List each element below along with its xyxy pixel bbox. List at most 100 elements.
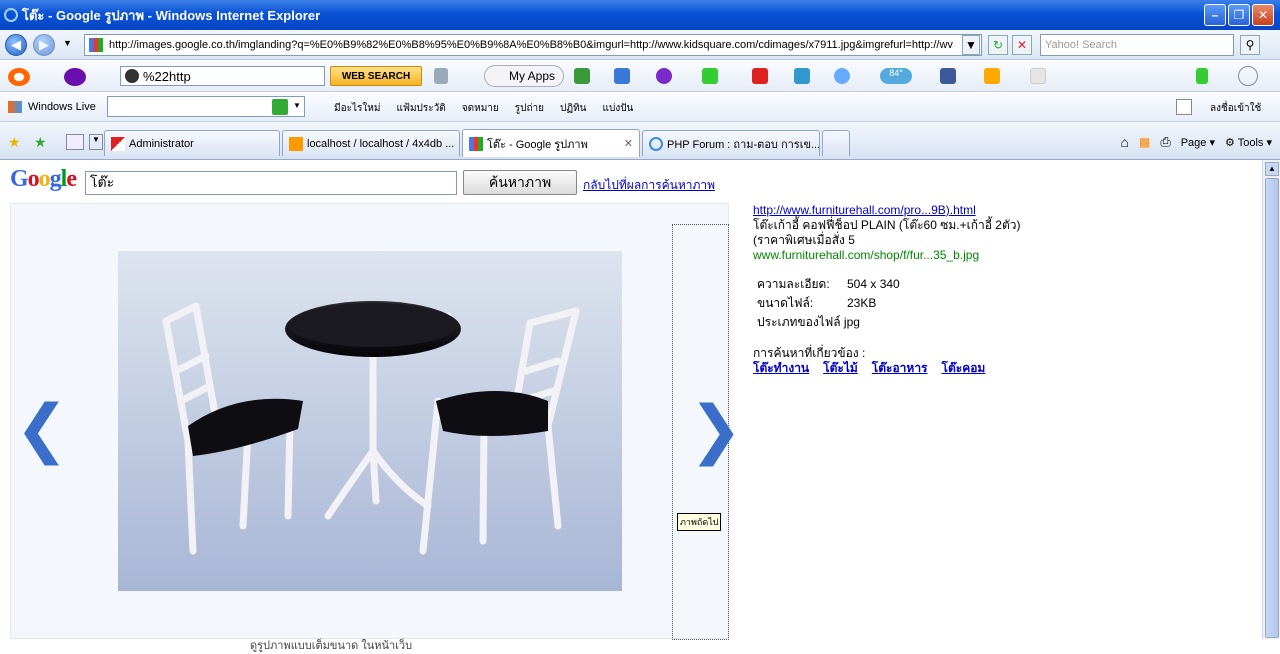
ebay-icon[interactable]	[1030, 68, 1046, 84]
size-value: 23KB	[847, 296, 877, 310]
tools-menu[interactable]: ⚙ Tools ▾	[1225, 136, 1272, 149]
weather-temp: 84°	[889, 68, 903, 78]
live-links: มีอะไรใหม่ แฟ้มประวัติ จดหมาย รูปถ่าย ปฏิทิน…	[334, 101, 633, 116]
weather-icon[interactable]: 84°	[880, 68, 912, 84]
yahoo-search-icon	[125, 69, 139, 83]
image-search-label: ค้นหาภาพ	[488, 173, 552, 190]
tab-label: Administrator	[129, 137, 194, 150]
forward-button[interactable]: ▶	[33, 34, 55, 56]
quick-tabs-icon[interactable]	[66, 134, 84, 150]
tab-localhost[interactable]: localhost / localhost / 4x4db ...	[282, 130, 460, 156]
tab-administrator[interactable]: Administrator	[104, 130, 280, 156]
search-icon[interactable]: ⚲	[1240, 35, 1260, 55]
related-search-link[interactable]: โต๊ะทำงาน	[753, 361, 809, 375]
live-link-1[interactable]: แฟ้มประวัติ	[396, 101, 445, 116]
print-icon[interactable]: ⎙	[1160, 134, 1170, 150]
pencil-icon[interactable]	[434, 68, 448, 84]
close-tab-icon[interactable]: ✕	[624, 137, 633, 150]
address-url: http://images.google.co.th/imglanding?q=…	[109, 39, 953, 51]
admin-tab-icon	[111, 136, 125, 151]
image-metadata: ความละเอียด: 504 x 340 ขนาดไฟล์: 23KB ปร…	[753, 277, 1253, 330]
games-icon[interactable]	[752, 68, 768, 84]
my-apps-button[interactable]: My Apps	[484, 65, 565, 87]
signin-link[interactable]: ลงชื่อเข้าใช้	[1210, 101, 1261, 116]
live-link-3[interactable]: รูปถ่าย	[515, 101, 544, 116]
checkbox-icon[interactable]	[1176, 99, 1192, 115]
news-icon[interactable]	[834, 68, 850, 84]
feeds-icon[interactable]: ▩	[1139, 135, 1150, 149]
back-button[interactable]: ◀	[5, 34, 27, 56]
web-search-button[interactable]: WEB SEARCH	[330, 66, 422, 86]
tab-list-dropdown-icon[interactable]: ▼	[89, 134, 103, 150]
back-to-results-link[interactable]: กลับไปที่ผลการค้นหาภาพ	[583, 176, 715, 195]
live-search-icon[interactable]	[272, 99, 288, 115]
live-link-2[interactable]: จดหมาย	[462, 101, 499, 116]
answers-icon[interactable]	[702, 68, 718, 84]
add-button-icon[interactable]	[1196, 68, 1208, 84]
size-label: ขนาดไฟล์:	[757, 296, 814, 310]
yahoo-search-input[interactable]: Yahoo! Search	[1040, 34, 1234, 56]
my-yahoo-icon[interactable]	[656, 68, 672, 84]
add-favorites-icon[interactable]: ★	[34, 134, 47, 151]
yahoo-logo-icon[interactable]	[64, 68, 86, 86]
page-content: Google โต๊ะ ค้นหาภาพ กลับไปที่ผลการค้นหา…	[0, 160, 1262, 652]
tab-php-forum[interactable]: PHP Forum : ถาม-ตอบ การเข...	[642, 130, 820, 156]
minimize-button[interactable]: –	[1204, 4, 1226, 26]
gear-icon[interactable]	[1238, 66, 1258, 86]
address-input[interactable]: http://images.google.co.th/imglanding?q=…	[84, 34, 982, 56]
window-title: โต๊ะ - Google รูปภาพ - Windows Internet …	[22, 7, 321, 23]
result-description: (ราคาพิเศษเมื่อสั่ง 5	[753, 233, 855, 247]
flickr-icon[interactable]	[984, 68, 1000, 84]
google-logo[interactable]: Google	[10, 166, 77, 193]
scroll-up-icon[interactable]: ▲	[1265, 162, 1279, 176]
command-bar: ⌂ ▩ ⎙ Page ▾ ⚙ Tools ▾	[1121, 134, 1273, 150]
stop-icon[interactable]: ✕	[1012, 35, 1032, 55]
mail-icon[interactable]	[614, 68, 630, 84]
windows-live-toolbar: Windows Live ▼ มีอะไรใหม่ แฟ้มประวัติ จดหม…	[0, 92, 1280, 122]
live-dropdown-icon[interactable]: ▼	[293, 101, 301, 110]
related-search-link[interactable]: โต๊ะคอม	[942, 361, 986, 375]
image-search-input[interactable]: โต๊ะ	[85, 171, 457, 195]
previous-image-arrow-icon[interactable]: ❮	[15, 392, 69, 466]
vertical-scrollbar[interactable]: ▲	[1262, 160, 1280, 639]
facebook-icon[interactable]	[940, 68, 956, 84]
refresh-icon[interactable]: ↻	[988, 35, 1008, 55]
close-button[interactable]: ✕	[1252, 4, 1274, 26]
related-searches: โต๊ะทำงาน โต๊ะไม้ โต๊ะอาหาร โต๊ะคอม	[753, 361, 1253, 376]
next-image-arrow-icon[interactable]: ❯	[689, 393, 743, 467]
live-link-0[interactable]: มีอะไรใหม่	[334, 101, 380, 116]
image-viewer: ❮ ❯ ภาพถัดไป	[10, 203, 743, 640]
preview-image[interactable]	[118, 251, 622, 591]
address-toolbar: ◀ ▶ ▼ http://images.google.co.th/imgland…	[0, 30, 1280, 60]
yahoo-toolbar-search[interactable]: %22http	[120, 66, 325, 86]
live-link-4[interactable]: ปฏิทิน	[560, 101, 587, 116]
favorites-star-icon[interactable]: ★	[8, 134, 21, 151]
related-search-link[interactable]: โต๊ะอาหาร	[872, 361, 928, 375]
table-chairs-image	[118, 251, 622, 591]
bookmark-icon[interactable]	[574, 68, 590, 84]
my-apps-label: My Apps	[509, 69, 556, 83]
image-search-button[interactable]: ค้นหาภาพ	[463, 170, 577, 195]
live-link-5[interactable]: แบ่งปัน	[603, 101, 634, 116]
phpmyadmin-icon	[289, 136, 303, 151]
address-dropdown-icon[interactable]: ▼	[962, 35, 980, 55]
source-page-link[interactable]: http://www.furniturehall.com/pro...9B).h…	[753, 203, 1253, 218]
restore-button[interactable]: ❐	[1228, 4, 1250, 26]
history-dropdown-icon[interactable]: ▼	[63, 38, 72, 48]
tab-google-images[interactable]: โต๊ะ - Google รูปภาพ ✕	[462, 129, 640, 157]
scroll-thumb[interactable]	[1265, 178, 1279, 638]
resolution-label: ความละเอียด:	[757, 277, 830, 291]
tab-label: localhost / localhost / 4x4db ...	[307, 137, 455, 150]
window-titlebar[interactable]: โต๊ะ - Google รูปภาพ - Windows Internet …	[0, 0, 1280, 30]
home-icon[interactable]: ⌂	[1121, 134, 1129, 150]
finance-icon[interactable]	[794, 68, 810, 84]
next-image-tooltip: ภาพถัดไป	[677, 513, 722, 531]
related-search-link[interactable]: โต๊ะไม้	[823, 361, 858, 375]
yahoo-search-placeholder: Yahoo! Search	[1045, 39, 1117, 51]
related-searches-label: การค้นหาที่เกี่ยวข้อง :	[753, 346, 866, 360]
page-menu[interactable]: Page ▾	[1181, 136, 1215, 149]
yahoo-eye-icon[interactable]	[8, 68, 30, 86]
new-tab-button[interactable]	[822, 130, 850, 156]
file-type: ประเภทของไฟล์ jpg	[757, 315, 860, 329]
next-image-zone[interactable]: ❯	[672, 224, 743, 640]
